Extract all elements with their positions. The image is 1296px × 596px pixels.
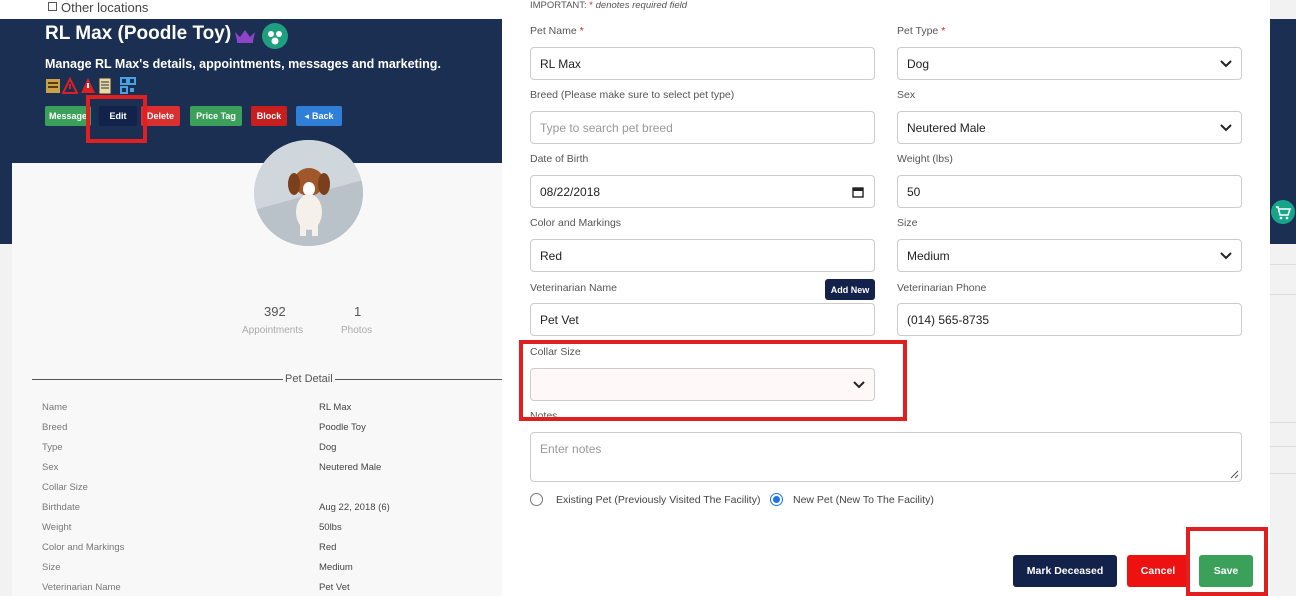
detail-value-vet: Pet Vet (319, 582, 350, 593)
divider (32, 379, 502, 380)
divider (1270, 446, 1296, 447)
pet-detail-heading: Pet Detail (283, 373, 335, 385)
detail-label-birthdate: Birthdate (42, 502, 81, 513)
detail-value-type: Dog (319, 442, 337, 453)
required-note: IMPORTANT: * denotes required field (530, 0, 688, 11)
crown-icon (235, 30, 255, 43)
detail-label-breed: Breed (42, 422, 68, 433)
detail-label-type: Type (42, 442, 63, 453)
divider (1270, 294, 1296, 295)
block-button[interactable]: Block (251, 106, 287, 126)
detail-label-sex: Sex (42, 462, 59, 473)
existing-pet-radio[interactable] (530, 493, 543, 506)
existing-pet-label: Existing Pet (Previously Visited The Fac… (556, 494, 761, 506)
sex-label: Sex (897, 89, 916, 101)
detail-value-weight: 50lbs (319, 522, 342, 533)
detail-value-breed: Poodle Toy (319, 422, 366, 433)
detail-label-vet: Veterinarian Name (42, 582, 121, 593)
dob-label: Date of Birth (530, 153, 589, 165)
sex-select[interactable]: Neutered Male (897, 111, 1242, 144)
detail-label-size: Size (42, 562, 61, 573)
detail-label-name: Name (42, 402, 68, 413)
back-icon: ◂ (304, 110, 309, 121)
detail-value-color: Red (319, 542, 337, 553)
warning-sign-icon (81, 78, 95, 93)
pet-name-input[interactable]: RL Max (530, 47, 875, 80)
other-locations-checkbox[interactable] (48, 2, 57, 11)
appointments-label: Appointments (242, 325, 304, 336)
chevron-down-icon (1220, 60, 1232, 68)
price-tag-button[interactable]: Price Tag (190, 106, 242, 126)
size-select[interactable]: Medium (897, 239, 1242, 272)
divider (1270, 264, 1296, 265)
photos-label: Photos (341, 325, 373, 336)
page-subtitle: Manage RL Max's details, appointments, m… (45, 57, 441, 71)
vet-name-label: Veterinarian Name (530, 282, 617, 294)
size-label: Size (897, 217, 918, 229)
weight-input[interactable]: 50 (897, 175, 1242, 208)
new-pet-label: New Pet (New To The Facility) (793, 494, 934, 506)
divider (1270, 422, 1296, 423)
page-title: RL Max (Poodle Toy) (45, 23, 232, 44)
detail-value-name: RL Max (319, 402, 352, 413)
mark-deceased-button[interactable]: Mark Deceased (1013, 555, 1117, 587)
edit-button-highlight (86, 95, 147, 143)
breed-search-input[interactable]: Type to search pet breed (530, 111, 875, 144)
pet-avatar (254, 140, 363, 246)
detail-value-sex: Neutered Male (319, 462, 382, 473)
pet-type-select[interactable]: Dog (897, 47, 1242, 80)
detail-value-birthdate: Aug 22, 2018 (6) (319, 502, 390, 513)
bite-warning-icon (46, 79, 60, 93)
right-edge (1270, 0, 1296, 596)
calendar-icon[interactable] (852, 186, 864, 198)
new-pet-radio[interactable] (770, 493, 783, 506)
pet-type-label: Pet Type * (897, 25, 946, 37)
qr-code-icon (120, 77, 136, 94)
detail-label-color: Color and Markings (42, 542, 125, 553)
add-new-vet-button[interactable]: Add New (825, 279, 875, 300)
document-icon (98, 77, 112, 95)
back-label: Back (312, 111, 334, 121)
other-locations-label: Other locations (61, 0, 149, 15)
appointments-count: 392 (264, 304, 286, 319)
message-button[interactable]: Message (45, 106, 91, 126)
resize-handle-icon[interactable] (1229, 469, 1239, 479)
vet-phone-label: Veterinarian Phone (897, 282, 987, 294)
dob-input[interactable]: 08/22/2018 (530, 175, 875, 208)
color-label: Color and Markings (530, 217, 622, 229)
collar-size-highlight (519, 340, 907, 421)
vet-name-input[interactable]: Pet Vet (530, 303, 875, 336)
detail-label-collar-size: Collar Size (42, 482, 88, 493)
alert-triangle-icon (62, 77, 78, 94)
detail-label-weight: Weight (42, 522, 72, 533)
chevron-down-icon (1220, 252, 1232, 260)
save-button-highlight (1186, 527, 1268, 596)
divider (1270, 473, 1296, 474)
photos-count: 1 (354, 304, 362, 319)
color-input[interactable]: Red (530, 239, 875, 272)
cart-icon[interactable] (1271, 200, 1295, 224)
pet-name-label: Pet Name * (530, 25, 584, 37)
back-button[interactable]: ◂ Back (296, 106, 342, 126)
weight-label: Weight (lbs) (897, 153, 953, 165)
detail-value-size: Medium (319, 562, 353, 573)
notes-textarea[interactable]: Enter notes (530, 432, 1242, 482)
paws-icon (262, 23, 288, 49)
cancel-button[interactable]: Cancel (1127, 555, 1189, 587)
vet-phone-input[interactable]: (014) 565-8735 (897, 303, 1242, 336)
breed-label: Breed (Please make sure to select pet ty… (530, 89, 735, 101)
chevron-down-icon (1220, 124, 1232, 132)
